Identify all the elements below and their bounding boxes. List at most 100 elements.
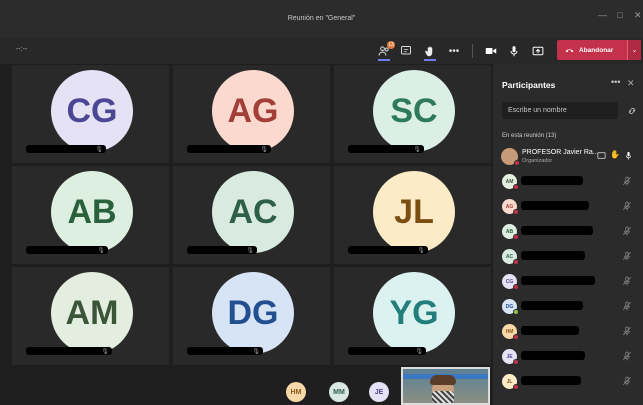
- title-bar: Reunión en "General" — □ ✕: [0, 0, 643, 38]
- avatar-initials: HM: [290, 388, 302, 396]
- avatar-initials: AC: [228, 192, 278, 231]
- participant-row[interactable]: JL: [493, 372, 643, 392]
- minimize-icon[interactable]: —: [598, 10, 607, 20]
- active-indicator: [378, 59, 390, 61]
- participants-panel: Participantes ••• ✕ Escribe un nombre En…: [493, 64, 643, 405]
- overflow-participants-bar: HM MM JE: [11, 366, 492, 405]
- participant-avatar: DG: [502, 299, 519, 315]
- close-icon[interactable]: ✕: [634, 10, 642, 21]
- participant-avatar: AB: [502, 224, 519, 240]
- participant-tile[interactable]: AC 🎙: [172, 165, 331, 265]
- share-screen-button[interactable]: [530, 42, 546, 60]
- chat-icon: [401, 46, 411, 55]
- muted-mic-icon: [622, 326, 632, 336]
- toolbar-divider: [472, 44, 473, 58]
- presence-dot: [513, 284, 519, 290]
- overflow-avatar[interactable]: HM: [286, 382, 306, 402]
- participant-row[interactable]: HM: [493, 322, 643, 342]
- organizer-role: Organizador: [522, 158, 553, 164]
- participant-row[interactable]: AM: [493, 172, 643, 192]
- participant-tile[interactable]: AG 🎙: [172, 64, 331, 164]
- maximize-icon[interactable]: □: [617, 10, 622, 20]
- avatar-initials: JE: [506, 353, 513, 360]
- overflow-avatar[interactable]: JE: [369, 382, 389, 402]
- more-actions-button[interactable]: •••: [446, 42, 462, 60]
- participant-name-redacted: [521, 376, 581, 385]
- participant-tile[interactable]: AB 🎙: [11, 165, 170, 265]
- participant-avatar: DG: [212, 272, 294, 354]
- participant-row[interactable]: AG: [493, 197, 643, 217]
- participants-button[interactable]: 13: [376, 41, 395, 61]
- search-input[interactable]: Escribe un nombre: [502, 102, 618, 119]
- participant-tile[interactable]: JL 🎙: [333, 165, 492, 265]
- muted-mic-icon: 🎙: [95, 146, 103, 153]
- camera-button[interactable]: [483, 42, 499, 60]
- leave-options-dropdown[interactable]: ⌄: [627, 40, 641, 60]
- participant-name-redacted: [521, 176, 583, 185]
- participant-avatar: YG: [373, 272, 455, 354]
- participant-name-redacted: 🎙: [348, 246, 428, 254]
- video-grid: CG 🎙 AG 🎙 SC 🎙 AB 🎙 AC 🎙 JL 🎙 AM 🎙 DG 🎙 …: [11, 64, 492, 366]
- presence-dot: [513, 259, 519, 265]
- participant-row[interactable]: AC: [493, 247, 643, 267]
- presence-dot: [513, 234, 519, 240]
- share-screen-icon: [597, 152, 606, 159]
- participant-row[interactable]: JE: [493, 347, 643, 367]
- participant-avatar: AM: [502, 174, 519, 190]
- participant-row[interactable]: CG: [493, 272, 643, 292]
- presence-dot: [513, 209, 519, 215]
- participant-tile[interactable]: CG 🎙: [11, 64, 170, 164]
- muted-mic-icon: [622, 251, 632, 261]
- participant-row[interactable]: AB: [493, 222, 643, 242]
- panel-title: Participantes: [502, 80, 556, 90]
- raise-hand-button[interactable]: [422, 42, 438, 61]
- participant-avatar: AG: [502, 199, 519, 215]
- active-indicator: [424, 59, 436, 61]
- avatar-initials: JL: [394, 192, 434, 231]
- muted-mic-icon: [622, 201, 632, 211]
- leave-button[interactable]: Abandonar: [557, 40, 627, 60]
- self-video-preview[interactable]: [401, 367, 490, 405]
- chat-button[interactable]: [398, 42, 414, 60]
- participant-name-redacted: [521, 301, 583, 310]
- participant-tile[interactable]: SC 🎙: [333, 64, 492, 164]
- organizer-photo: [501, 148, 520, 166]
- presence-dot: [514, 160, 520, 166]
- meeting-timer: --:--: [16, 46, 28, 53]
- avatar-initials: HM: [505, 328, 514, 335]
- share-invite-icon[interactable]: [627, 106, 637, 116]
- section-in-meeting: En esta reunión (13): [502, 133, 557, 139]
- participant-tile[interactable]: AM 🎙: [11, 266, 170, 366]
- muted-mic-icon: 🎙: [413, 146, 421, 153]
- participant-name-redacted: [521, 201, 589, 210]
- participant-avatar: AC: [502, 249, 519, 265]
- muted-mic-icon: [622, 176, 632, 186]
- participant-row-organizer[interactable]: PROFESOR Javier Ra... Organizador ✋: [493, 147, 643, 167]
- presence-dot: [513, 334, 519, 340]
- participant-avatar: SC: [373, 70, 455, 152]
- avatar-initials: CG: [66, 91, 118, 130]
- participant-row[interactable]: DG: [493, 297, 643, 317]
- participant-avatar: JL: [502, 374, 519, 390]
- close-panel-icon[interactable]: ✕: [627, 78, 635, 89]
- microphone-icon: [510, 46, 518, 57]
- avatar-initials: JE: [374, 388, 384, 396]
- hand-icon: [425, 46, 433, 57]
- more-options-icon[interactable]: •••: [611, 77, 620, 87]
- presence-dot: [513, 359, 519, 365]
- avatar-initials: AB: [505, 228, 514, 235]
- microphone-icon: [625, 151, 632, 160]
- participant-name-redacted: 🎙: [187, 246, 257, 254]
- overflow-avatar[interactable]: MM: [329, 382, 349, 402]
- muted-mic-icon: [622, 226, 632, 236]
- participant-tile[interactable]: YG 🎙: [333, 266, 492, 366]
- participant-name-redacted: [521, 251, 585, 260]
- participant-name-redacted: [521, 276, 595, 285]
- participant-tile[interactable]: DG 🎙: [172, 266, 331, 366]
- avatar-initials: AM: [65, 293, 119, 332]
- participant-avatar: AG: [212, 70, 294, 152]
- share-icon: [532, 46, 544, 56]
- participants-count-badge: 13: [387, 41, 395, 49]
- avatar-initials: AG: [505, 203, 514, 210]
- microphone-button[interactable]: [506, 42, 522, 60]
